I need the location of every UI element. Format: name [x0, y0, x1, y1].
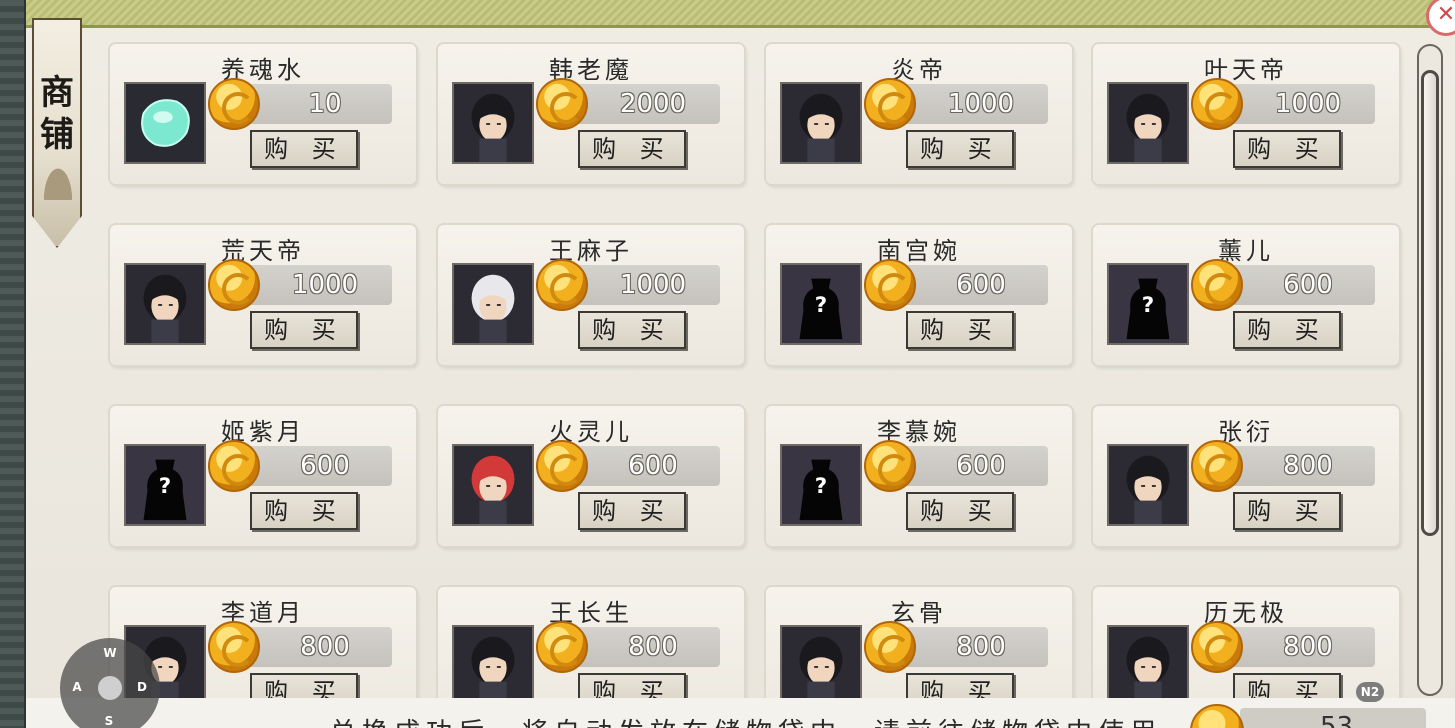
item-name: 李道月: [221, 599, 305, 627]
shop-title: 商铺: [40, 73, 74, 155]
joystick-key-right: D: [137, 680, 147, 694]
shop-item-card: 叶天帝 1000 购 买: [1093, 44, 1399, 184]
item-name: 南宫婉: [877, 237, 961, 265]
item-price: 600: [1283, 270, 1333, 300]
buy-button[interactable]: 购 买: [906, 311, 1014, 349]
shop-item-card: 南宫婉? 600 购 买: [766, 225, 1072, 365]
character-portrait: [452, 82, 534, 164]
banner-landscape-icon: [40, 160, 76, 200]
character-portrait-white-hair: [452, 263, 534, 345]
item-name: 玄骨: [891, 599, 947, 627]
item-price: 600: [956, 270, 1006, 300]
character-portrait: [124, 263, 206, 345]
item-name: 荒天帝: [221, 237, 305, 265]
shop-item-card: 张衍 800 购 买: [1093, 406, 1399, 546]
character-portrait: [1107, 444, 1189, 526]
item-name: 历无极: [1204, 599, 1288, 627]
svg-text:?: ?: [815, 293, 827, 318]
buy-button[interactable]: 购 买: [578, 492, 686, 530]
item-name: 炎帝: [891, 56, 947, 84]
item-price: 800: [956, 632, 1006, 662]
shop-item-card: 姬紫月? 600 购 买: [110, 406, 416, 546]
item-price: 600: [300, 451, 350, 481]
svg-text:?: ?: [1142, 293, 1154, 318]
svg-text:?: ?: [815, 474, 827, 499]
item-name: 姬紫月: [221, 418, 305, 446]
item-name: 叶天帝: [1204, 56, 1288, 84]
shop-item-card: 韩老魔 2000 购 买: [438, 44, 744, 184]
buy-button[interactable]: 购 买: [1233, 311, 1341, 349]
scrollbar-thumb[interactable]: [1421, 70, 1439, 536]
item-price: 800: [628, 632, 678, 662]
jade-icon: [124, 82, 206, 164]
joystick-key-up: W: [103, 646, 117, 660]
item-price: 800: [1283, 632, 1333, 662]
character-portrait: [780, 82, 862, 164]
shop-item-card: 荒天帝 1000 购 买: [110, 225, 416, 365]
shop-item-card: 王麻子 1000 购 买: [438, 225, 744, 365]
item-name: 火灵儿: [549, 418, 633, 446]
character-portrait: [1107, 82, 1189, 164]
item-price: 10: [308, 89, 342, 119]
character-portrait: [452, 625, 534, 707]
item-name: 薰儿: [1218, 237, 1274, 265]
shop-item-card: 炎帝 1000 购 买: [766, 44, 1072, 184]
shop-item-card: 薰儿? 600 购 买: [1093, 225, 1399, 365]
item-price: 600: [628, 451, 678, 481]
buy-button[interactable]: 购 买: [250, 130, 358, 168]
item-price: 1000: [1274, 89, 1342, 119]
joystick-key-left: A: [72, 680, 82, 694]
item-price: 1000: [291, 270, 359, 300]
shop-item-card: 火灵儿 600 购 买: [438, 406, 744, 546]
item-name: 王长生: [549, 599, 633, 627]
left-decorative-border: [0, 0, 26, 728]
svg-text:?: ?: [159, 474, 171, 499]
item-price: 800: [1283, 451, 1333, 481]
footer-notice: 兑换成功后，将自动发放在储物袋中，请前往储物袋中使用: [330, 712, 1170, 728]
buy-button[interactable]: 购 买: [1233, 492, 1341, 530]
item-name: 养魂水: [221, 56, 305, 84]
item-price: 800: [300, 632, 350, 662]
buy-button[interactable]: 购 买: [578, 130, 686, 168]
character-portrait: [1107, 625, 1189, 707]
joystick-knob[interactable]: [98, 676, 122, 700]
joystick-key-down: S: [104, 714, 114, 728]
buy-button[interactable]: 购 买: [906, 130, 1014, 168]
shop-item-card: 李慕婉? 600 购 买: [766, 406, 1072, 546]
character-portrait-red-hair: [452, 444, 534, 526]
item-price: 1000: [947, 89, 1015, 119]
unknown-silhouette: ?: [780, 444, 862, 526]
item-name: 王麻子: [549, 237, 633, 265]
top-decorative-band: [0, 0, 1455, 31]
unknown-silhouette: ?: [124, 444, 206, 526]
item-price: 1000: [619, 270, 687, 300]
buy-button[interactable]: 购 买: [906, 492, 1014, 530]
item-name: 张衍: [1218, 418, 1274, 446]
item-name: 李慕婉: [877, 418, 961, 446]
buy-button[interactable]: 购 买: [1233, 130, 1341, 168]
buy-button[interactable]: 购 买: [250, 492, 358, 530]
character-portrait: [780, 625, 862, 707]
item-name: 韩老魔: [549, 56, 633, 84]
buy-button[interactable]: 购 买: [578, 311, 686, 349]
unknown-silhouette: ?: [780, 263, 862, 345]
n2-badge[interactable]: N2: [1356, 682, 1384, 702]
unknown-silhouette: ?: [1107, 263, 1189, 345]
money-amount: 53: [1320, 712, 1354, 728]
buy-button[interactable]: 购 买: [250, 311, 358, 349]
item-price: 600: [956, 451, 1006, 481]
item-price: 2000: [619, 89, 687, 119]
shop-item-card: 养魂水 10 购 买: [110, 44, 416, 184]
